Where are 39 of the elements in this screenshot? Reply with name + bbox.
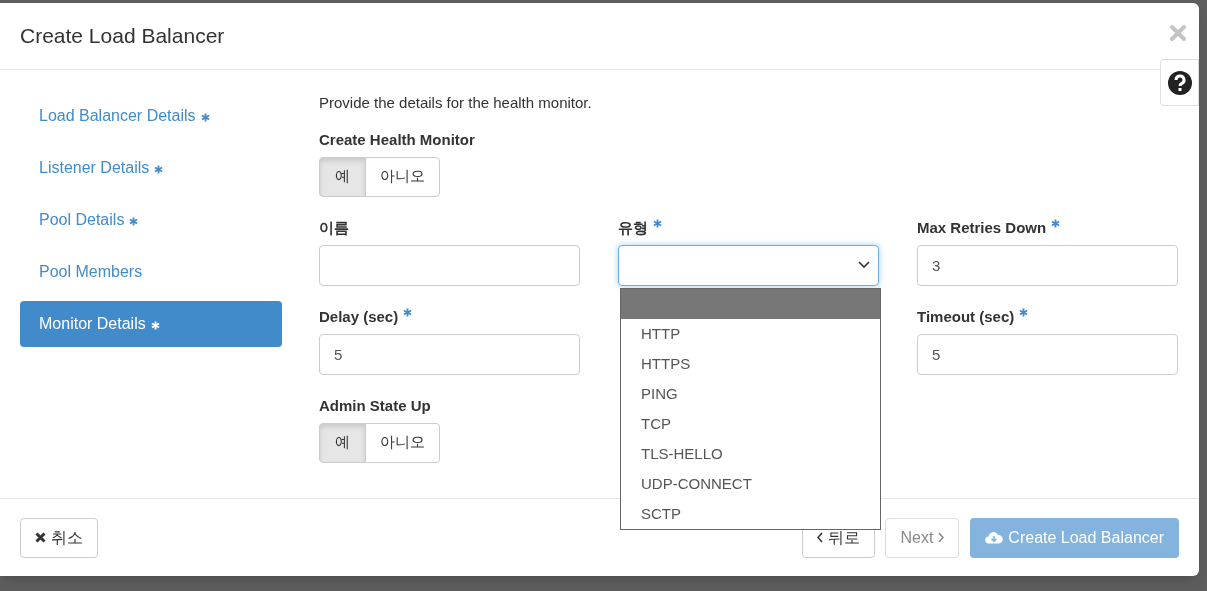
dropdown-option[interactable]: PING — [621, 379, 880, 409]
highlighted-option[interactable] — [621, 289, 880, 319]
sidebar-item[interactable]: Load Balancer Details — [20, 93, 282, 139]
close-icon[interactable] — [1169, 24, 1187, 42]
dropdown-option[interactable]: UDP-CONNECT — [621, 469, 880, 499]
input-field[interactable]: 5 — [917, 333, 1178, 375]
chevron-right-icon — [938, 532, 945, 543]
cloud-download-icon — [985, 531, 1004, 544]
input-field[interactable] — [319, 244, 580, 286]
cancel-button[interactable]: 취소 — [20, 517, 98, 558]
field-label: 유형 — [618, 217, 648, 238]
sidebar-item[interactable]: Listener Details — [20, 145, 282, 191]
sidebar-item[interactable]: Pool Details — [20, 197, 282, 243]
help-button[interactable] — [1160, 59, 1199, 106]
sidebar-item[interactable]: Monitor Details — [20, 301, 282, 347]
help-icon — [1166, 69, 1193, 96]
dropdown-option[interactable]: HTTPS — [621, 349, 880, 379]
field-label: Timeout (sec) — [917, 306, 1015, 327]
intro-text: Provide the details for the health monitor. — [319, 93, 593, 113]
chevron-down-icon — [858, 261, 870, 269]
field-label: 이름 — [319, 217, 349, 238]
dropdown-option[interactable]: TCP — [621, 409, 880, 439]
field-label: Create Health Monitor — [319, 129, 475, 150]
select-field[interactable] — [618, 244, 879, 286]
toggle-option[interactable]: 아니오 — [365, 156, 440, 197]
field-label: Delay (sec) — [319, 306, 399, 327]
chevron-left-icon — [817, 532, 824, 543]
field-label: Max Retries Down — [917, 217, 1047, 238]
sidebar-item[interactable]: Pool Members — [20, 249, 282, 295]
input-field[interactable]: 5 — [319, 333, 580, 375]
toggle-option[interactable]: 예 — [319, 156, 366, 197]
input-field[interactable]: 3 — [917, 244, 1178, 286]
dropdown-option[interactable]: HTTP — [621, 319, 880, 349]
toggle-option[interactable]: 예 — [319, 422, 366, 463]
close-icon — [35, 532, 46, 543]
dialog-title: Create Load Balancer — [20, 23, 225, 50]
toggle-option[interactable]: 아니오 — [365, 422, 440, 463]
dropdown-option[interactable]: TLS-HELLO — [621, 439, 880, 469]
field-label: Admin State Up — [319, 395, 431, 416]
